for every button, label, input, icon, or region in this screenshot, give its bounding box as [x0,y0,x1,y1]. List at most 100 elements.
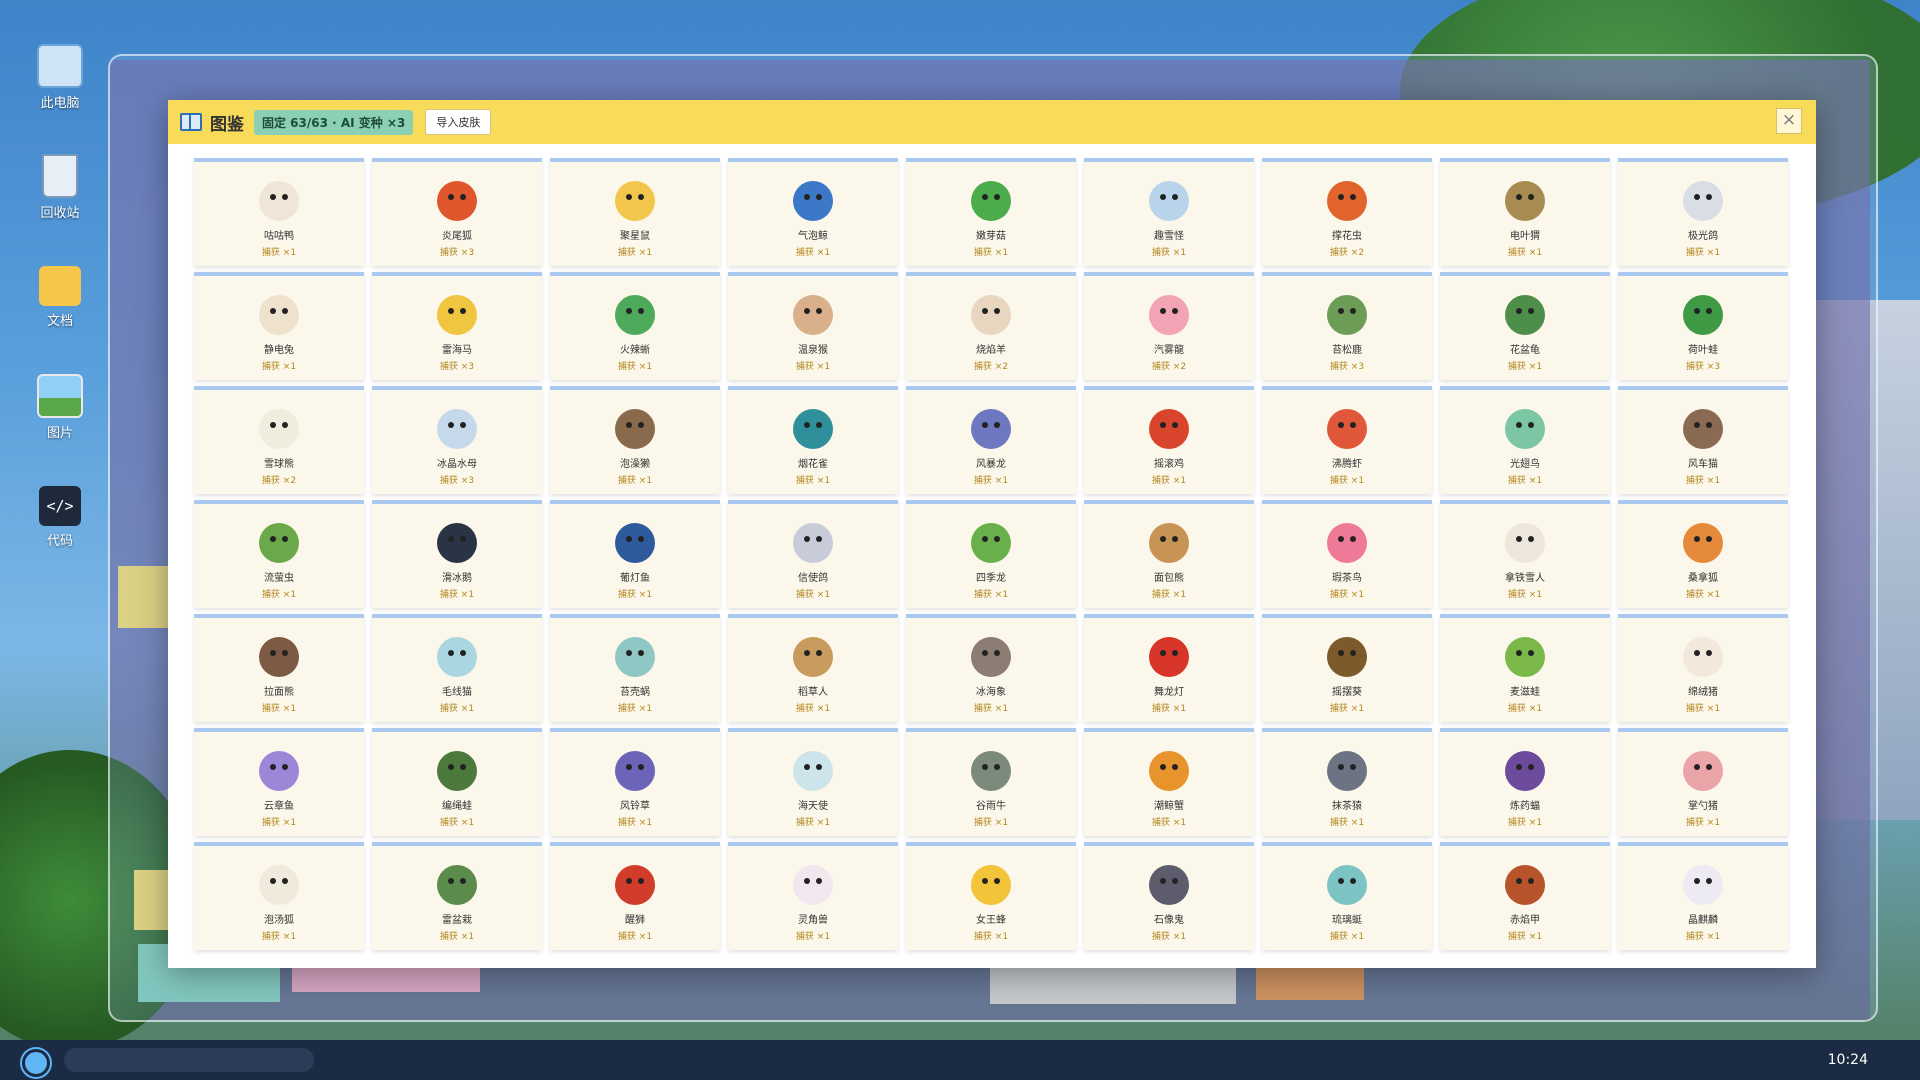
creature-name: 舞龙灯 [1154,687,1184,698]
capture-count: 捕获 ×1 [261,932,297,942]
creature-card[interactable]: 晶麒麟 捕获 ×1 [1618,842,1788,950]
creature-card[interactable]: 荷叶蛙 捕获 ×3 [1618,272,1788,380]
desktop-icon-code[interactable]: </> 代码 [30,486,90,549]
album-title: 图鉴 [210,114,244,135]
creature-card[interactable]: 趣雪怪 捕获 ×1 [1084,158,1254,266]
creature-card[interactable]: 气泡鲸 捕获 ×1 [728,158,898,266]
creature-card[interactable]: 苔壳蜗 捕获 ×1 [550,614,720,722]
creature-card[interactable]: 桑拿狐 捕获 ×1 [1618,500,1788,608]
creature-card[interactable]: 拿铁雪人 捕获 ×1 [1440,500,1610,608]
creature-card[interactable]: 苔松鹿 捕获 ×3 [1262,272,1432,380]
creature-card[interactable]: 赤焰甲 捕获 ×1 [1440,842,1610,950]
creature-card[interactable]: 云章鱼 捕获 ×1 [194,728,364,836]
creature-name: 苔壳蜗 [620,687,650,698]
creature-card[interactable]: 冰晶水母 捕获 ×3 [372,386,542,494]
creature-card[interactable]: 抹茶猿 捕获 ×1 [1262,728,1432,836]
taskbar-search-bar[interactable] [64,1048,314,1072]
creature-card[interactable]: 面包熊 捕获 ×1 [1084,500,1254,608]
creature-card[interactable]: 摇滚鸡 捕获 ×1 [1084,386,1254,494]
creature-card[interactable]: 风暴龙 捕获 ×1 [906,386,1076,494]
creature-card[interactable]: 编绳蛙 捕获 ×1 [372,728,542,836]
creature-icon [971,295,1011,335]
creature-card[interactable]: 风铃草 捕获 ×1 [550,728,720,836]
creature-card[interactable]: 石像鬼 捕获 ×1 [1084,842,1254,950]
creature-name: 静电兔 [264,345,294,356]
capture-count: 捕获 ×3 [1685,362,1721,372]
code-icon: </> [39,486,81,526]
creature-card[interactable]: 雷海马 捕获 ×3 [372,272,542,380]
creature-card[interactable]: 泡澡獭 捕获 ×1 [550,386,720,494]
creature-icon [1683,637,1723,677]
creature-card[interactable]: 沸腾虾 捕获 ×1 [1262,386,1432,494]
creature-card[interactable]: 静电兔 捕获 ×1 [194,272,364,380]
capture-count: 捕获 ×1 [1151,590,1187,600]
creature-icon [259,637,299,677]
creature-card[interactable]: 稻草人 捕获 ×1 [728,614,898,722]
creature-card[interactable]: 撑花虫 捕获 ×2 [1262,158,1432,266]
capture-count: 捕获 ×2 [1329,248,1365,258]
import-skin-button[interactable]: 导入皮肤 [425,109,492,135]
creature-card[interactable]: 炼药蝠 捕获 ×1 [1440,728,1610,836]
creature-card[interactable]: 灵角兽 捕获 ×1 [728,842,898,950]
creature-card[interactable]: 风车猫 捕获 ×1 [1618,386,1788,494]
creature-card[interactable]: 琉璃蜓 捕获 ×1 [1262,842,1432,950]
creature-card[interactable]: 极光鸽 捕获 ×1 [1618,158,1788,266]
creature-icon [1505,751,1545,791]
creature-card[interactable]: 葡灯鱼 捕获 ×1 [550,500,720,608]
creature-card[interactable]: 光翅鸟 捕获 ×1 [1440,386,1610,494]
creature-card[interactable]: 绵绒猪 捕获 ×1 [1618,614,1788,722]
desktop-icon-pictures[interactable]: 图片 [30,374,90,441]
creature-card[interactable]: 火辣蜥 捕获 ×1 [550,272,720,380]
creature-icon [437,751,477,791]
desktop-icon-recycle-bin[interactable]: 回收站 [30,154,90,221]
desktop-icon-computer[interactable]: 此电脑 [30,44,90,111]
creature-card[interactable]: 雷盆栽 捕获 ×1 [372,842,542,950]
creature-icon [615,751,655,791]
creature-card[interactable]: 舞龙灯 捕获 ×1 [1084,614,1254,722]
creature-card[interactable]: 温泉猴 捕获 ×1 [728,272,898,380]
close-button[interactable]: × [1776,108,1802,134]
creature-card[interactable]: 冰海象 捕获 ×1 [906,614,1076,722]
capture-count: 捕获 ×1 [261,248,297,258]
creature-card[interactable]: 毛线猫 捕获 ×1 [372,614,542,722]
creature-card[interactable]: 汽雾龍 捕获 ×2 [1084,272,1254,380]
creature-card[interactable]: 咕咕鸭 捕获 ×1 [194,158,364,266]
capture-count: 捕获 ×1 [1329,818,1365,828]
creature-card[interactable]: 潮鲸蟹 捕获 ×1 [1084,728,1254,836]
creature-card[interactable]: 聚星鼠 捕获 ×1 [550,158,720,266]
creature-card[interactable]: 掌勺猪 捕获 ×1 [1618,728,1788,836]
creature-card[interactable]: 嫩芽菇 捕获 ×1 [906,158,1076,266]
creature-card[interactable]: 雪球熊 捕获 ×2 [194,386,364,494]
creature-card[interactable]: 炎尾狐 捕获 ×3 [372,158,542,266]
creature-card[interactable]: 谷雨牛 捕获 ×1 [906,728,1076,836]
creature-card[interactable]: 麦滋蛙 捕获 ×1 [1440,614,1610,722]
creature-icon [1683,409,1723,449]
creature-card[interactable]: 醒狮 捕获 ×1 [550,842,720,950]
creature-card[interactable]: 摇摆葵 捕获 ×1 [1262,614,1432,722]
creature-icon [259,181,299,221]
creature-icon [437,865,477,905]
folder-icon [39,266,81,306]
creature-card[interactable]: 花盆龟 捕获 ×1 [1440,272,1610,380]
creature-card[interactable]: 四季龙 捕获 ×1 [906,500,1076,608]
creature-card[interactable]: 烧焰羊 捕获 ×2 [906,272,1076,380]
capture-count: 捕获 ×3 [439,362,475,372]
creature-card[interactable]: 女王蜂 捕获 ×1 [906,842,1076,950]
creature-card[interactable]: 流萤虫 捕获 ×1 [194,500,364,608]
desktop-icon-documents[interactable]: 文档 [30,266,90,329]
capture-count: 捕获 ×2 [1151,362,1187,372]
creature-card[interactable]: 泡汤狐 捕获 ×1 [194,842,364,950]
book-icon [180,113,202,131]
capture-count: 捕获 ×1 [1151,476,1187,486]
creature-card[interactable]: 海天使 捕获 ×1 [728,728,898,836]
start-button[interactable] [22,1049,50,1077]
creature-card[interactable]: 电叶猬 捕获 ×1 [1440,158,1610,266]
album-header: 图鉴 固定 63/63 · AI 变种 ×3 导入皮肤 × [168,100,1816,144]
creature-card[interactable]: 烟花雀 捕获 ×1 [728,386,898,494]
creature-card[interactable]: 拉面熊 捕获 ×1 [194,614,364,722]
creature-name: 聚星鼠 [620,231,650,242]
capture-count: 捕获 ×1 [439,818,475,828]
creature-card[interactable]: 滑冰鹅 捕获 ×1 [372,500,542,608]
creature-card[interactable]: 瑕茶鸟 捕获 ×1 [1262,500,1432,608]
creature-card[interactable]: 信使鸽 捕获 ×1 [728,500,898,608]
